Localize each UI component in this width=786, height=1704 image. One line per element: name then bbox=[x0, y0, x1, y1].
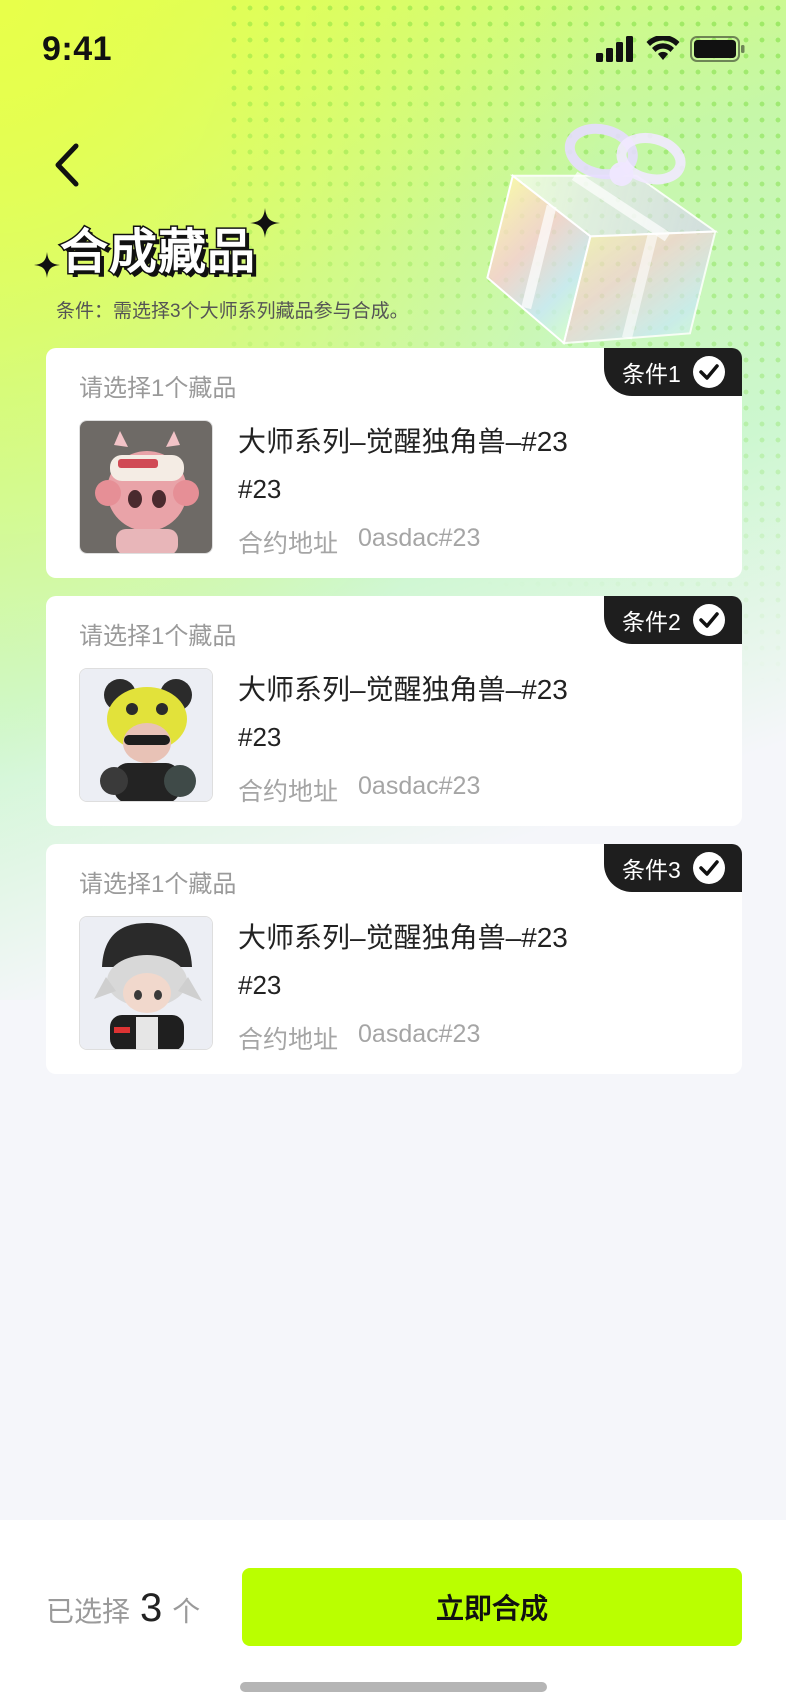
selected-count: 3 bbox=[140, 1586, 163, 1630]
contract-address: 合约地址 0asdac#23 bbox=[238, 772, 480, 808]
contract-address-value: 0asdac#23 bbox=[358, 524, 481, 552]
item-number: #23 bbox=[238, 970, 282, 1000]
condition-label: 条件2 bbox=[622, 609, 681, 635]
status-icons bbox=[596, 36, 746, 62]
collection-card[interactable]: 请选择1个藏品 条件1 大师系列–觉醒独角兽–#23 #23 合约地址 0asd… bbox=[46, 348, 742, 578]
card-prompt: 请选择1个藏品 bbox=[79, 375, 237, 402]
signal-icon bbox=[596, 36, 633, 62]
chevron-left-icon bbox=[55, 143, 79, 187]
bottom-bar: 已选择 3 个 立即合成 bbox=[0, 1520, 786, 1704]
check-icon bbox=[692, 356, 725, 388]
contract-address: 合约地址 0asdac#23 bbox=[238, 524, 480, 560]
check-icon bbox=[692, 852, 725, 884]
condition-tag: 条件3 bbox=[604, 844, 742, 892]
status-time: 9:41 bbox=[42, 30, 113, 68]
item-name: 大师系列–觉醒独角兽–#23 bbox=[238, 674, 568, 705]
page-subtitle: 条件：需选择3个大师系列藏品参与合成。 bbox=[56, 301, 409, 322]
page-title-wrap: 合成藏品 bbox=[34, 208, 282, 282]
contract-address: 合约地址 0asdac#23 bbox=[238, 1020, 480, 1056]
card-prompt: 请选择1个藏品 bbox=[79, 623, 237, 650]
item-name: 大师系列–觉醒独角兽–#23 bbox=[238, 426, 568, 457]
collection-card[interactable]: 请选择1个藏品 条件2 大师系列–觉醒独角兽–#23 #23 合约地址 0asd… bbox=[46, 596, 742, 826]
battery-icon bbox=[690, 36, 745, 62]
item-number: #23 bbox=[238, 474, 282, 504]
condition-tag: 条件2 bbox=[604, 596, 742, 644]
contract-address-label: 合约地址 bbox=[238, 778, 339, 806]
selected-count-info: 已选择 3 个 bbox=[46, 1586, 200, 1631]
contract-address-value: 0asdac#23 bbox=[358, 1020, 481, 1048]
check-icon bbox=[692, 604, 725, 636]
condition-label: 条件1 bbox=[622, 361, 681, 387]
gift-box-illustration bbox=[486, 123, 719, 345]
contract-address-label: 合约地址 bbox=[238, 1026, 339, 1054]
card-prompt: 请选择1个藏品 bbox=[79, 871, 237, 898]
contract-address-value: 0asdac#23 bbox=[358, 772, 481, 800]
item-thumbnail bbox=[79, 916, 213, 1050]
contract-address-label: 合约地址 bbox=[238, 530, 339, 558]
home-indicator bbox=[240, 1682, 547, 1692]
item-thumbnail bbox=[79, 668, 213, 802]
selected-prefix: 已选择 bbox=[46, 1596, 131, 1627]
selected-suffix: 个 bbox=[172, 1596, 201, 1627]
wifi-icon bbox=[646, 36, 680, 60]
back-button[interactable] bbox=[48, 140, 88, 190]
item-thumbnail bbox=[79, 420, 213, 554]
collection-card[interactable]: 请选择1个藏品 条件3 大师系列–觉醒独角兽–#23 #23 合约地址 0asd… bbox=[46, 844, 742, 1074]
page-title: 合成藏品 bbox=[58, 225, 257, 281]
condition-label: 条件3 bbox=[622, 857, 681, 883]
item-number: #23 bbox=[238, 722, 282, 752]
synthesize-button[interactable]: 立即合成 bbox=[242, 1568, 742, 1646]
condition-tag: 条件1 bbox=[604, 348, 742, 396]
item-name: 大师系列–觉醒独角兽–#23 bbox=[238, 922, 568, 953]
sparkle-icon bbox=[250, 208, 280, 238]
